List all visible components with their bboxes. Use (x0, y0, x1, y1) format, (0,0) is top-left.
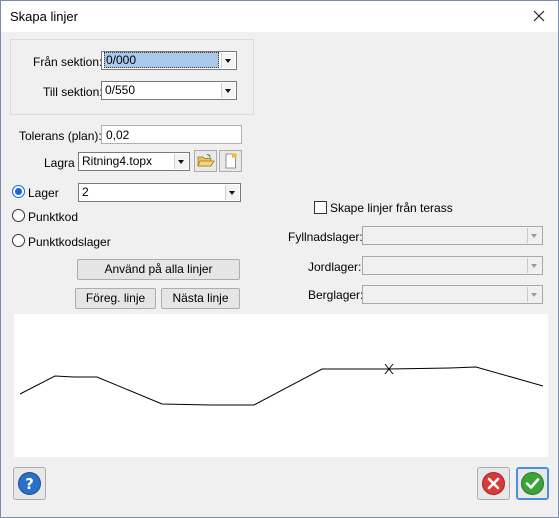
ok-check-icon (521, 472, 544, 495)
svg-text:?: ? (25, 475, 34, 493)
save-in-value: Ritning4.topx (82, 154, 153, 168)
terrace-checkbox[interactable] (314, 201, 327, 214)
from-section-value: 0/000 (104, 52, 219, 68)
to-section-value: 0/550 (105, 83, 136, 97)
point-code-layer-label: Punktkodslager (28, 235, 111, 249)
tolerance-input[interactable]: 0,02 (101, 125, 242, 144)
from-section-select[interactable]: 0/000 (101, 51, 237, 70)
rock-layer-label: Berglager: (308, 288, 364, 302)
help-button[interactable]: ? (13, 467, 46, 500)
tolerance-value: 0,02 (106, 128, 130, 142)
line-preview-canvas (14, 314, 548, 457)
cancel-icon (482, 472, 505, 495)
chevron-down-icon[interactable] (221, 83, 235, 98)
point-code-radio[interactable] (12, 209, 25, 222)
layer-radio[interactable] (12, 185, 25, 198)
layer-radio-label: Lager (28, 186, 59, 200)
dialog-window: Skapa linjer Från sektion: 0/000 Till se… (0, 0, 559, 518)
close-icon[interactable] (524, 3, 554, 29)
title-bar: Skapa linjer (1, 1, 558, 32)
help-icon: ? (18, 472, 41, 495)
soil-layer-label: Jordlager: (308, 260, 362, 274)
profile-line (19, 366, 544, 406)
fill-layer-select[interactable] (362, 226, 543, 245)
point-code-label: Punktkod (28, 210, 79, 224)
new-file-button[interactable] (219, 150, 242, 172)
section-range-group: Från sektion: 0/000 Till sektion: 0/550 (10, 39, 254, 115)
fill-layer-label: Fyllnadslager: (288, 230, 363, 244)
ok-button[interactable] (516, 467, 549, 500)
layer-value: 2 (82, 185, 89, 199)
terrace-checkbox-label: Skape linjer från terass (330, 201, 453, 215)
chevron-down-icon[interactable] (174, 154, 188, 169)
open-folder-button[interactable] (194, 150, 217, 172)
next-line-button[interactable]: Nästa linje (161, 288, 240, 309)
chevron-down-icon[interactable] (225, 185, 239, 200)
previous-line-button[interactable]: Föreg. linje (75, 288, 156, 309)
to-section-select[interactable]: 0/550 (101, 81, 237, 100)
soil-layer-select[interactable] (362, 256, 543, 275)
layer-select[interactable]: 2 (78, 183, 241, 202)
from-section-label: Från sektion: (33, 55, 103, 69)
chevron-down-icon[interactable] (527, 228, 541, 243)
cancel-button[interactable] (477, 467, 510, 500)
chevron-down-icon[interactable] (221, 53, 235, 68)
tolerance-label: Tolerans (plan): (19, 129, 102, 143)
new-file-icon (225, 153, 237, 169)
save-in-select[interactable]: Ritning4.topx (78, 152, 190, 171)
rock-layer-select[interactable] (362, 285, 543, 304)
chevron-down-icon[interactable] (527, 287, 541, 302)
to-section-label: Till sektion: (43, 85, 103, 99)
folder-open-icon (197, 153, 215, 167)
apply-all-lines-button[interactable]: Använd på alla linjer (77, 259, 240, 280)
chevron-down-icon[interactable] (527, 258, 541, 273)
window-title: Skapa linjer (10, 9, 78, 24)
point-code-layer-radio[interactable] (12, 234, 25, 247)
